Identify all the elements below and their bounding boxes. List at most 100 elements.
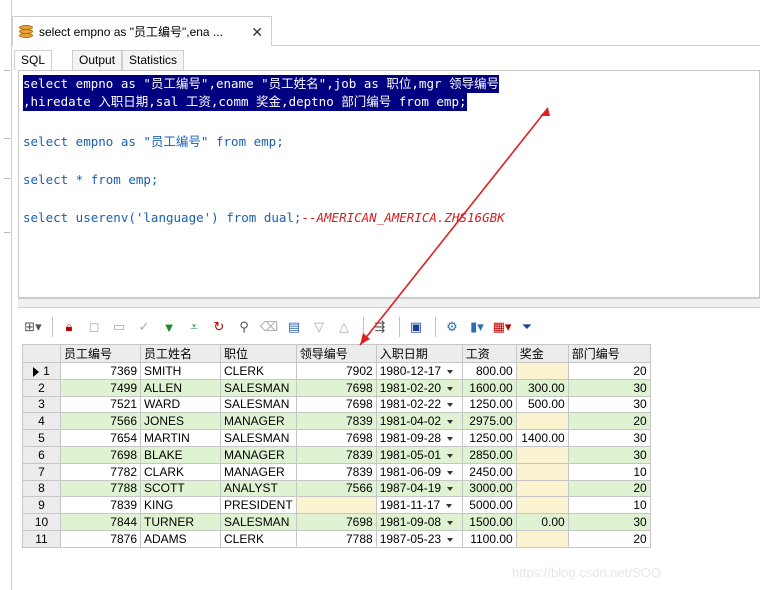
tab-statistics[interactable]: Statistics [122,50,185,70]
table-row[interactable]: 8 7788 SCOTT ANALYST 7566 1987-04-19 3000.00 20 [22,479,651,498]
cell-deptno[interactable]: 20 [567,362,651,380]
table-row[interactable]: 10 7844 TURNER SALESMAN 7698 1981-09-08 1500.0… [22,513,651,531]
table-row[interactable]: 7 7782 CLARK MANAGER 7839 1981-06-09 2450.00 10 [22,462,651,481]
filter-funnel-icon[interactable]: ⏷ [516,316,538,338]
col-header-empno[interactable]: 员工编号 [60,344,141,363]
cell-sal[interactable]: 2450.00 [461,462,517,481]
row-number[interactable]: 5 [22,429,61,447]
cell-empno[interactable]: 7369 [60,362,141,380]
cell-empno[interactable]: 7844 [60,513,141,531]
cell-ename[interactable]: ADAMS [140,529,221,548]
cell-mgr[interactable]: 7839 [295,445,377,464]
lock-icon[interactable]: 🔒︎ [58,316,80,338]
cell-job[interactable]: SALESMAN [220,395,297,414]
cell-sal[interactable]: 2850.00 [461,445,517,464]
grid-options-icon[interactable]: ⊞▾ [22,316,44,338]
cell-hiredate[interactable]: 1981-09-08 [375,513,463,531]
cell-deptno[interactable]: 10 [567,496,651,515]
date-dropdown-icon[interactable] [447,436,454,441]
cell-hiredate[interactable]: 1981-09-28 [375,429,463,447]
filter-down-icon[interactable]: ▼ [158,316,180,338]
cell-comm[interactable] [515,496,569,515]
row-number[interactable]: 10 [22,513,61,531]
table-row[interactable]: 3 7521 WARD SALESMAN 7698 1981-02-22 1250.00 50… [22,395,651,414]
cell-sal[interactable]: 1100.00 [461,529,517,548]
cell-job[interactable]: CLERK [220,529,297,548]
cell-mgr[interactable]: 7902 [295,362,377,380]
cell-mgr[interactable]: 7698 [295,429,377,447]
sort-down-icon[interactable]: ▽ [308,316,330,338]
chart-icon[interactable]: ▮▾ [466,316,488,338]
cell-hiredate[interactable]: 1981-05-01 [375,445,463,464]
tab-sql[interactable]: SQL [14,50,53,70]
cell-hiredate[interactable]: 1980-12-17 [375,362,463,380]
cell-deptno[interactable]: 30 [567,429,651,447]
cell-empno[interactable]: 7698 [60,445,141,464]
cell-sal[interactable]: 800.00 [461,362,517,380]
cell-mgr[interactable] [295,496,377,515]
cell-empno[interactable]: 7788 [60,479,141,498]
col-header-mgr[interactable]: 领导编号 [295,344,377,363]
cell-comm[interactable] [515,462,569,481]
row-number[interactable]: 8 [22,479,61,498]
cell-ename[interactable]: ALLEN [140,378,221,397]
cell-hiredate[interactable]: 1981-02-22 [375,395,463,414]
date-dropdown-icon[interactable] [447,487,454,492]
cell-sal[interactable]: 2975.00 [461,412,517,431]
col-header-job[interactable]: 职位 [220,344,297,363]
cell-deptno[interactable]: 30 [567,513,651,531]
cell-deptno[interactable]: 30 [567,378,651,397]
cell-mgr[interactable]: 7839 [295,462,377,481]
save-icon[interactable]: ▣ [405,316,427,338]
cell-deptno[interactable]: 30 [567,445,651,464]
cell-comm[interactable] [515,412,569,431]
cell-ename[interactable]: KING [140,496,221,515]
cell-job[interactable]: MANAGER [220,445,297,464]
row-number[interactable]: 1 [22,362,61,380]
row-number[interactable]: 9 [22,496,61,515]
row-number[interactable]: 7 [22,462,61,481]
row-number[interactable]: 11 [22,529,61,548]
cell-comm[interactable] [515,445,569,464]
col-header-comm[interactable]: 奖金 [515,344,569,363]
refresh-icon[interactable]: ↻ [208,316,230,338]
cell-sal[interactable]: 1500.00 [461,513,517,531]
cell-comm[interactable]: 0.00 [515,513,569,531]
cell-deptno[interactable]: 30 [567,395,651,414]
cell-job[interactable]: CLERK [220,362,297,380]
cell-hiredate[interactable]: 1981-06-09 [375,462,463,481]
cell-ename[interactable]: CLARK [140,462,221,481]
cell-comm[interactable]: 300.00 [515,378,569,397]
cell-hiredate[interactable]: 1981-04-02 [375,412,463,431]
cell-sal[interactable]: 3000.00 [461,479,517,498]
cell-mgr[interactable]: 7698 [295,513,377,531]
col-header-ename[interactable]: 员工姓名 [140,344,221,363]
table-row[interactable]: 1 7369 SMITH CLERK 7902 1980-12-17 800.00 20 [22,362,651,380]
date-dropdown-icon[interactable] [447,453,454,458]
cell-empno[interactable]: 7782 [60,462,141,481]
date-dropdown-icon[interactable] [447,386,454,391]
find-icon[interactable]: ⚲ [233,316,255,338]
clear-icon[interactable]: ◻ [83,316,105,338]
close-icon[interactable]: ✕ [251,24,263,41]
cell-hiredate[interactable]: 1981-11-17 [375,496,463,515]
cell-empno[interactable]: 7654 [60,429,141,447]
table-row[interactable]: 6 7698 BLAKE MANAGER 7839 1981-05-01 2850.00 30 [22,445,651,464]
cell-job[interactable]: MANAGER [220,412,297,431]
cell-sal[interactable]: 1600.00 [461,378,517,397]
cell-empno[interactable]: 7566 [60,412,141,431]
date-dropdown-icon[interactable] [447,403,454,408]
col-header-hiredate[interactable]: 入职日期 [375,344,463,363]
cell-empno[interactable]: 7499 [60,378,141,397]
row-number[interactable]: 3 [22,395,61,414]
eraser-icon[interactable]: ⌫ [258,316,280,338]
table-row[interactable]: 2 7499 ALLEN SALESMAN 7698 1981-02-20 1600.00 3… [22,378,651,397]
cell-deptno[interactable]: 10 [567,462,651,481]
row-number[interactable]: 6 [22,445,61,464]
cell-ename[interactable]: SCOTT [140,479,221,498]
record-icon[interactable]: ▭ [108,316,130,338]
cell-comm[interactable] [515,529,569,548]
cell-comm[interactable]: 500.00 [515,395,569,414]
cell-deptno[interactable]: 20 [567,529,651,548]
col-header-sal[interactable]: 工资 [461,344,517,363]
